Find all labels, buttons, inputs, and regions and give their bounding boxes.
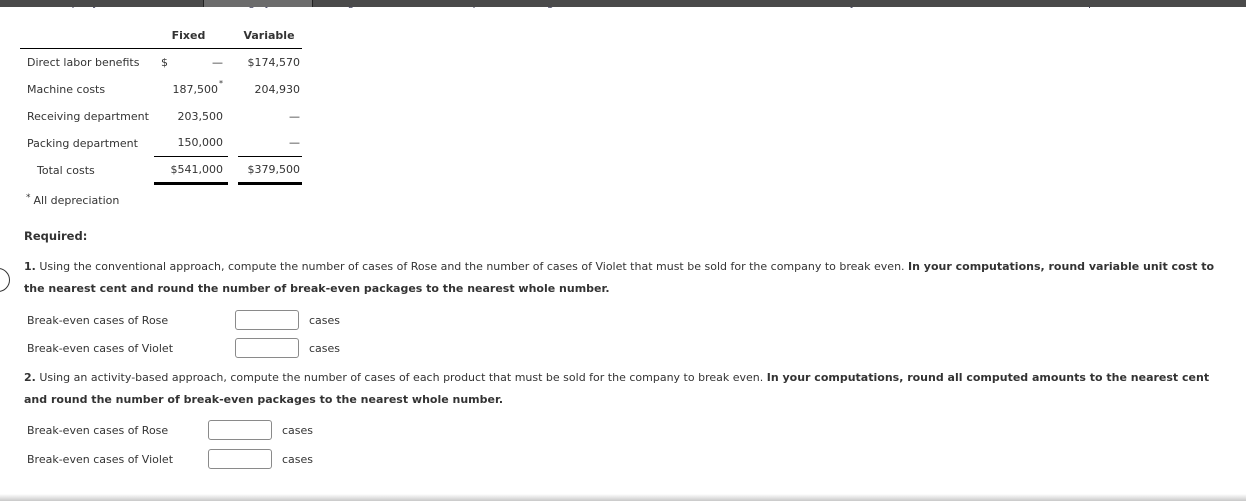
variable-value: — (289, 109, 300, 123)
row-label: Direct labor benefits (27, 55, 140, 69)
table-row: Packing department 150,000 — (20, 130, 302, 157)
fixed-value: 187,500 (172, 82, 219, 96)
q1-violet-cases-input[interactable] (235, 338, 299, 358)
variable-value: 204,930 (254, 82, 301, 96)
bottom-edge-shadow (0, 494, 1246, 501)
answer-label: Break-even cases of Violet (27, 452, 174, 466)
overhead-cost-table: Fixed Variable Direct labor benefits $ —… (20, 24, 302, 185)
question-2: 2. Using an activity-based approach, com… (24, 367, 1234, 411)
question-text: Using an activity-based approach, comput… (35, 371, 767, 384)
scrollbar-thumb[interactable] (203, 0, 313, 7)
question-number: 1. (24, 260, 36, 273)
q2-rose-cases-input[interactable] (208, 420, 272, 440)
fixed-value: 203,500 (177, 109, 224, 123)
variable-value: $174,570 (247, 55, 301, 69)
table-row: Receiving department 203,500 — (20, 103, 302, 130)
total-row: Total costs $541,000 $379,500 (20, 156, 302, 185)
unit-label: cases (282, 423, 314, 437)
required-heading: Required: (24, 229, 88, 243)
answer-label: Break-even cases of Rose (27, 423, 169, 437)
variable-value: — (289, 136, 300, 150)
dollar-sign: $ (161, 55, 168, 69)
footnote-marker: * (219, 78, 223, 88)
unit-label: cases (309, 313, 341, 327)
circle-navigation-icon[interactable] (0, 268, 10, 292)
fixed-value: 150,000 (177, 136, 224, 150)
q1-rose-cases-input[interactable] (235, 310, 299, 330)
question-number: 2. (24, 371, 36, 384)
q2-violet-cases-input[interactable] (208, 449, 272, 469)
total-label: Total costs (37, 163, 95, 177)
header-label (20, 24, 154, 49)
total-fixed: $541,000 (154, 156, 228, 185)
footnote-text: All depreciation (33, 194, 120, 207)
answer-row-q1-violet: Break-even cases of Violet cases (27, 337, 340, 359)
footnote: * All depreciation (26, 193, 120, 207)
row-label: Packing department (27, 136, 138, 150)
table-row: Direct labor benefits $ — $174,570 (20, 49, 302, 76)
answer-row-q1-rose: Break-even cases of Rose cases (27, 309, 340, 331)
header-variable: Variable (238, 24, 302, 49)
answer-row-q2-violet: Break-even cases of Violet cases (27, 448, 313, 470)
fixed-value: — (212, 55, 223, 69)
row-label: Receiving department (27, 109, 149, 123)
unit-label: cases (282, 452, 314, 466)
answer-label: Break-even cases of Violet (27, 341, 174, 355)
top-scrollbar[interactable] (0, 0, 1246, 7)
answer-row-q2-rose: Break-even cases of Rose cases (27, 419, 313, 441)
unit-label: cases (309, 341, 341, 355)
table-row: Machine costs 187,500* 204,930 (20, 76, 302, 103)
footnote-star: * (26, 193, 31, 203)
answer-label: Break-even cases of Rose (27, 313, 169, 327)
total-variable: $379,500 (238, 156, 302, 185)
row-label: Machine costs (27, 82, 106, 96)
question-1: 1. Using the conventional approach, comp… (24, 256, 1234, 300)
question-text: Using the conventional approach, compute… (35, 260, 909, 273)
header-fixed: Fixed (154, 24, 228, 49)
